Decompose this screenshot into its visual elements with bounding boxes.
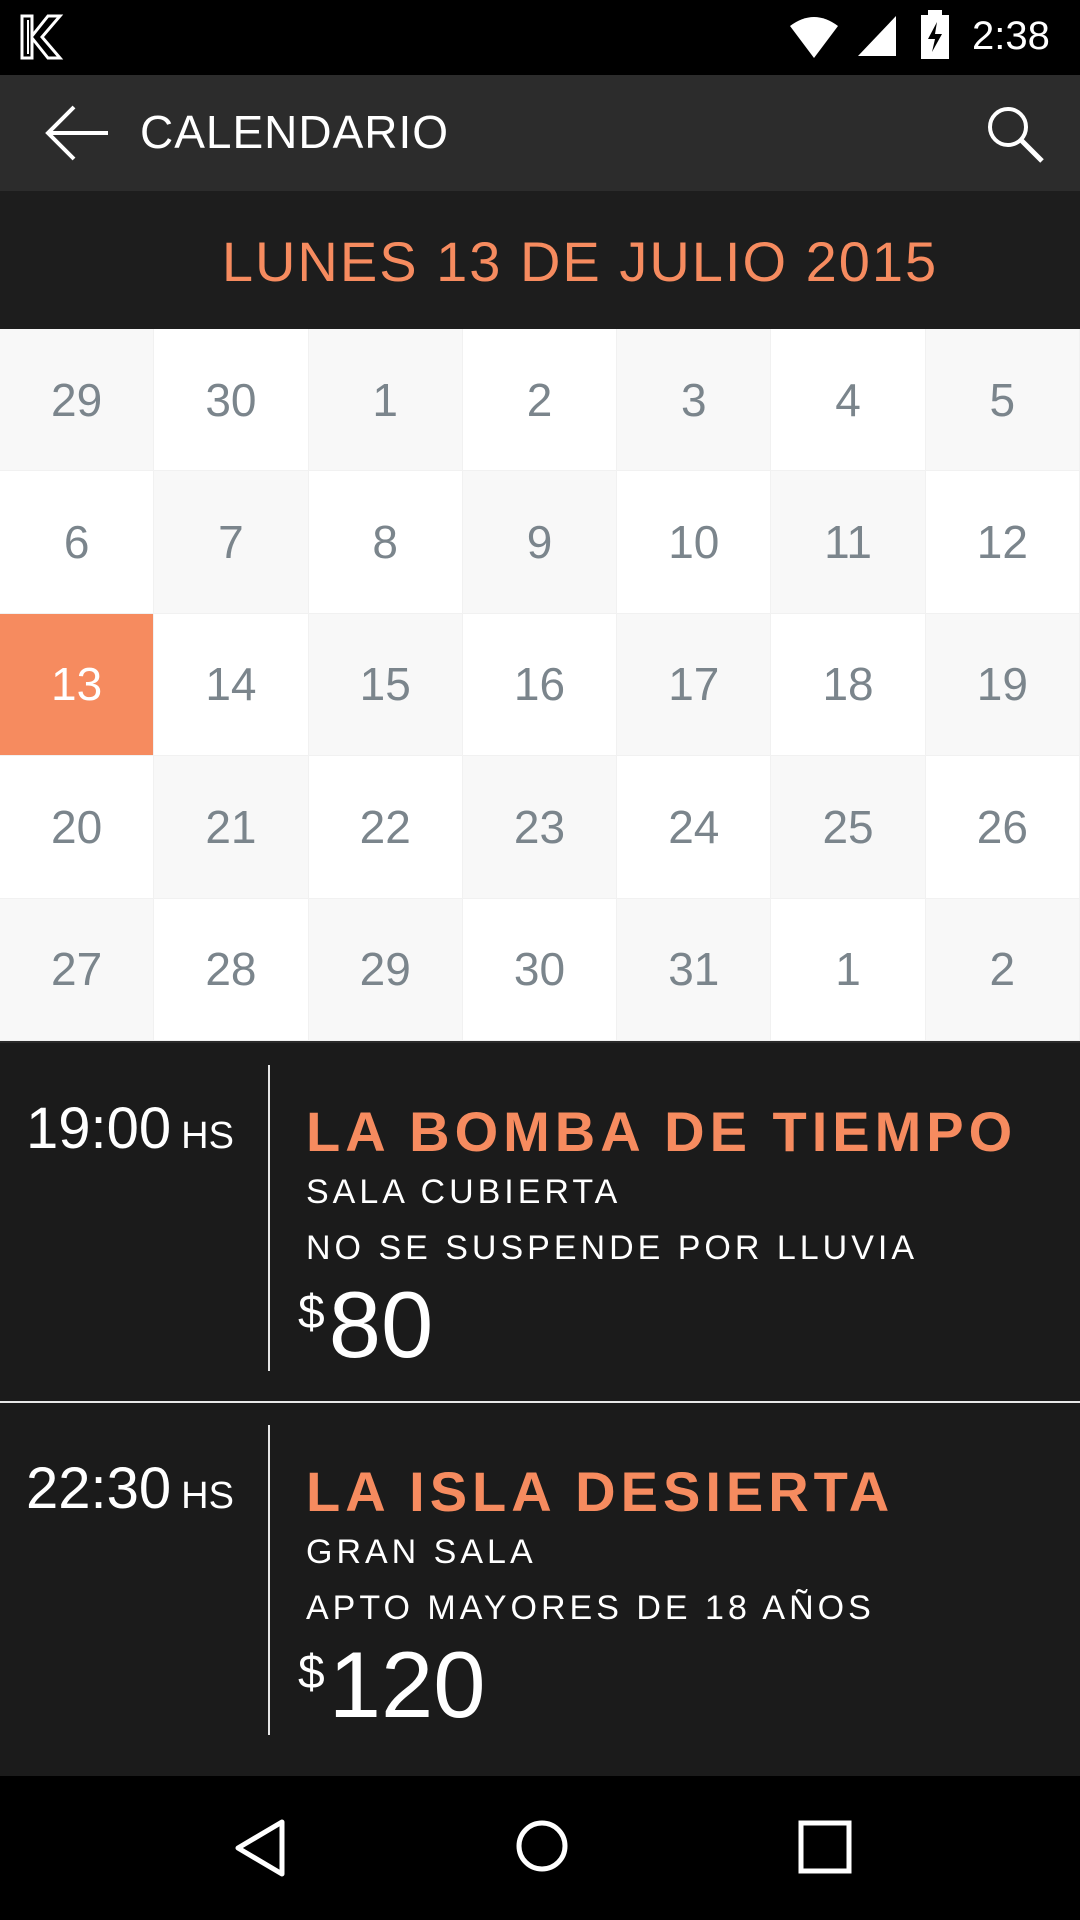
calendar-day[interactable]: 20 [0, 756, 155, 899]
date-header: LUNES 13 DE JULIO 2015 [0, 191, 1080, 329]
calendar-day[interactable]: 2 [925, 898, 1080, 1041]
calendar-day[interactable]: 19 [925, 613, 1080, 757]
price-currency: $ [298, 1286, 325, 1340]
calendar-day[interactable]: 7 [154, 471, 309, 614]
battery-charging-icon [921, 10, 949, 59]
calendar-day[interactable]: 14 [154, 613, 309, 757]
calendar-day[interactable]: 6 [0, 471, 155, 614]
calendar-day[interactable]: 9 [462, 471, 618, 614]
calendar-day[interactable]: 29 [0, 329, 155, 472]
calendar-day[interactable]: 16 [462, 613, 618, 757]
calendar-day[interactable]: 10 [617, 471, 772, 614]
calendar-day[interactable]: 24 [617, 756, 772, 899]
selected-date-label: LUNES 13 DE JULIO 2015 [221, 230, 939, 293]
calendar-day[interactable]: 1 [771, 898, 926, 1041]
calendar-day[interactable]: 12 [925, 471, 1080, 614]
back-arrow-icon[interactable] [44, 103, 110, 163]
signal-icon [858, 16, 896, 56]
calendar-day[interactable]: 21 [154, 756, 309, 899]
event-divider [268, 1425, 270, 1735]
event-card[interactable]: 22:30 HS LA ISLA DESIERTA GRAN SALA APTO … [0, 1403, 1080, 1776]
app-bar: CALENDARIO [0, 75, 1080, 191]
event-venue: SALA CUBIERTA [306, 1173, 622, 1211]
price-amount: 120 [328, 1632, 486, 1737]
calendar-day[interactable]: 30 [154, 329, 309, 472]
app-logo-icon [20, 14, 64, 60]
status-bar: 2:38 [0, 0, 1080, 75]
calendar-day[interactable]: 2 [462, 329, 618, 472]
calendar-day[interactable]: 1 [308, 329, 463, 472]
event-time-value: 19:00 [26, 1096, 172, 1161]
calendar-day[interactable]: 30 [462, 898, 618, 1041]
event-time-unit: HS [181, 1115, 234, 1157]
nav-home-icon[interactable] [514, 1818, 570, 1874]
system-nav-bar [0, 1776, 1080, 1920]
event-name: LA ISLA DESIERTA [306, 1460, 895, 1523]
event-note: APTO MAYORES DE 18 AÑOS [306, 1589, 875, 1627]
nav-recents-icon[interactable] [798, 1820, 852, 1874]
price-amount: 80 [328, 1272, 434, 1377]
event-time-unit: HS [181, 1475, 234, 1517]
calendar-day-selected[interactable]: 13 [0, 613, 155, 757]
calendar-day[interactable]: 26 [925, 756, 1080, 899]
calendar-day[interactable]: 22 [308, 756, 463, 899]
calendar-day[interactable]: 5 [925, 329, 1080, 472]
search-icon[interactable] [984, 103, 1046, 165]
calendar-grid: 29 30 1 2 3 4 5 6 7 8 9 10 11 12 13 14 15 16 17 18 19 20 21 22 2… [0, 329, 1080, 1041]
nav-back-icon[interactable] [232, 1818, 292, 1878]
calendar-day[interactable]: 15 [308, 613, 463, 757]
calendar-day[interactable]: 25 [771, 756, 926, 899]
screen: 2:38 CALENDARIO LUNES 13 DE JULIO 2015 2… [0, 0, 1080, 1920]
page-title: CALENDARIO [140, 106, 450, 158]
event-time-value: 22:30 [26, 1456, 172, 1521]
event-price: $120 [298, 1631, 486, 1739]
status-time: 2:38 [972, 14, 1050, 58]
wifi-icon [790, 17, 838, 58]
event-name: LA BOMBA DE TIEMPO [306, 1100, 1018, 1163]
calendar-day[interactable]: 31 [617, 898, 772, 1041]
event-price: $80 [298, 1271, 433, 1379]
calendar-day[interactable]: 28 [154, 898, 309, 1041]
calendar-day[interactable]: 17 [617, 613, 772, 757]
event-time: 19:00 HS [26, 1095, 234, 1162]
calendar-day[interactable]: 8 [308, 471, 463, 614]
calendar-day[interactable]: 3 [617, 329, 772, 472]
calendar-day[interactable]: 29 [308, 898, 463, 1041]
event-divider [268, 1065, 270, 1371]
price-currency: $ [298, 1646, 325, 1700]
event-time: 22:30 HS [26, 1455, 234, 1522]
event-note: NO SE SUSPENDE POR LLUVIA [306, 1229, 919, 1267]
calendar-day[interactable]: 27 [0, 898, 155, 1041]
calendar-day[interactable]: 4 [771, 329, 926, 472]
calendar-day[interactable]: 18 [771, 613, 926, 757]
event-venue: GRAN SALA [306, 1533, 537, 1571]
calendar-day[interactable]: 23 [462, 756, 618, 899]
event-card[interactable]: 19:00 HS LA BOMBA DE TIEMPO SALA CUBIERTA… [0, 1043, 1080, 1401]
calendar-day[interactable]: 11 [771, 471, 926, 614]
